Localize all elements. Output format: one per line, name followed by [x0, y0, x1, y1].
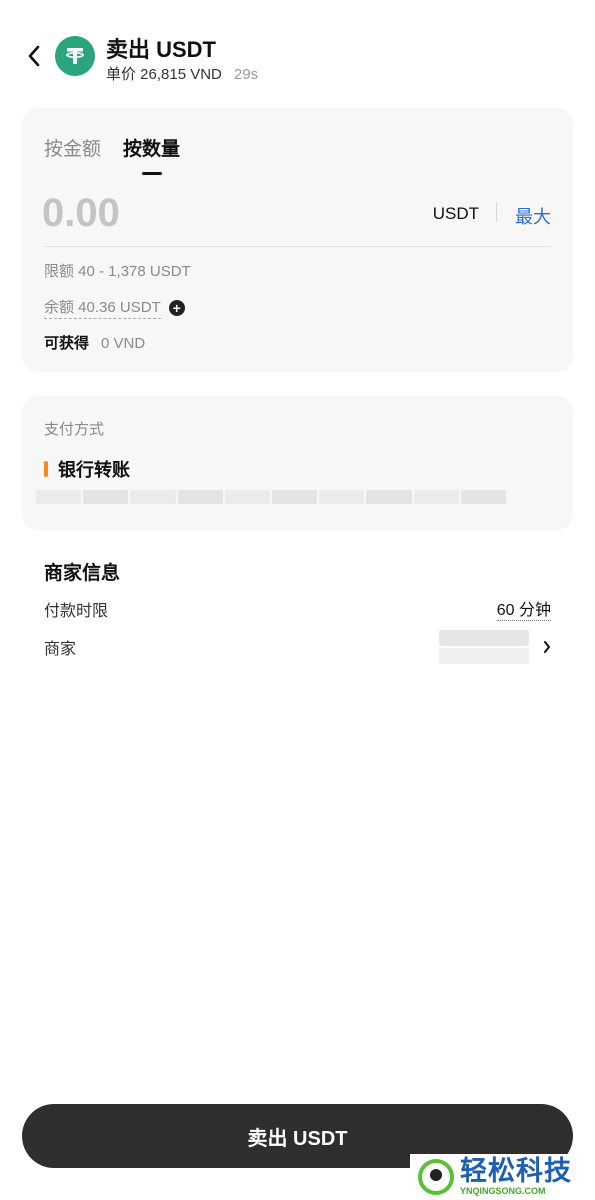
unit-divider [496, 202, 497, 222]
balance-row: 余额 40.36 USDT + [44, 296, 185, 319]
quantity-input[interactable] [42, 188, 342, 238]
input-underline [44, 246, 551, 247]
payment-method-name: 银行转账 [58, 460, 130, 480]
watermark-main: 轻松科技 [460, 1156, 572, 1186]
watermark: 轻松科技 YNQINGSONG.COM [410, 1154, 595, 1200]
tab-by-amount[interactable]: 按金额 [44, 134, 101, 175]
time-limit-value[interactable]: 60 分钟 [496, 596, 551, 621]
payment-time-limit-row: 付款时限 60 分钟 [44, 596, 551, 621]
max-button[interactable]: 最大 [515, 203, 551, 229]
back-arrow-icon [28, 45, 40, 67]
receive-label: 可获得 [44, 335, 90, 352]
tab-by-quantity[interactable]: 按数量 [123, 134, 180, 175]
tether-icon [55, 36, 95, 76]
blurred-merchant-name [439, 630, 529, 664]
time-limit-label: 付款时限 [44, 602, 109, 620]
add-icon[interactable]: + [168, 299, 185, 316]
method-indicator [44, 461, 48, 477]
amount-card: 按金额 按数量 USDT 最大 限额 40 - 1,378 USDT 余额 40… [22, 108, 573, 372]
receive-row: 可获得 0 VND [44, 332, 145, 353]
watermark-logo-icon [418, 1159, 454, 1195]
payment-label: 支付方式 [44, 421, 105, 438]
chevron-right-icon [544, 641, 550, 653]
payment-method-bank-transfer[interactable]: 银行转账 [44, 456, 130, 482]
mode-tabs: 按金额 按数量 [44, 134, 180, 175]
blurred-account-details [36, 490, 507, 504]
receive-value: 0 VND [101, 335, 146, 352]
merchant-value [439, 630, 551, 664]
watermark-sub: YNQINGSONG.COM [460, 1186, 546, 1196]
merchant-label: 商家 [44, 641, 77, 658]
page: 卖出 USDT 单价 26,815 VND 29s 按金额 按数量 USDT 最… [0, 0, 595, 1200]
watermark-text: 轻松科技 YNQINGSONG.COM [460, 1158, 572, 1196]
price-line: 单价 26,815 VND 29s [106, 63, 258, 84]
refresh-timer: 29s [233, 66, 259, 83]
back-button[interactable] [18, 38, 50, 74]
payment-card: 支付方式 银行转账 [22, 396, 573, 530]
unit-price: 单价 26,815 VND [106, 66, 222, 83]
unit-label: USDT [432, 204, 479, 223]
header: 卖出 USDT 单价 26,815 VND 29s [0, 0, 595, 100]
merchant-info-title: 商家信息 [44, 563, 121, 584]
limit-text: 限额 40 - 1,378 USDT [44, 263, 191, 280]
balance-text[interactable]: 余额 40.36 USDT [44, 296, 161, 319]
page-title: 卖出 USDT [106, 37, 217, 62]
merchant-row[interactable]: 商家 [44, 630, 551, 664]
